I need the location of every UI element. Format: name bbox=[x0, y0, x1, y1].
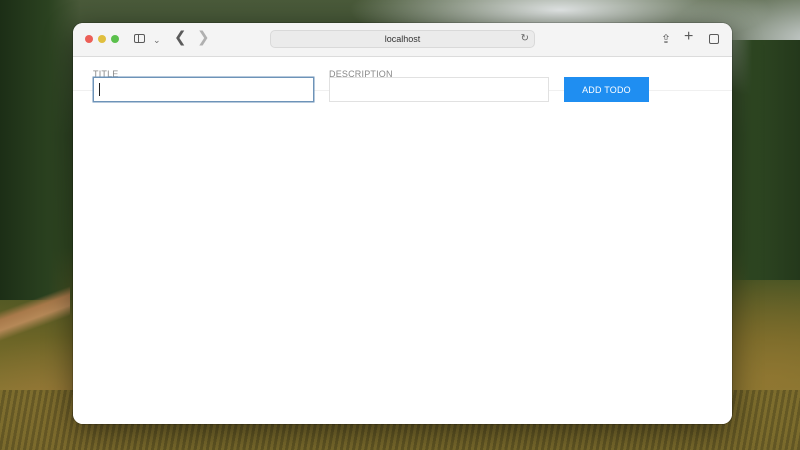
tab-overview-icon[interactable] bbox=[706, 31, 719, 44]
back-button[interactable]: ❮ bbox=[174, 30, 187, 46]
browser-toolbar: ⌄ ❮ ❯ localhost ↻ ⇪ + bbox=[73, 23, 732, 57]
add-todo-button[interactable]: ADD TODO bbox=[564, 77, 649, 102]
wallpaper-trees-right bbox=[720, 40, 800, 280]
wallpaper-road bbox=[0, 250, 70, 400]
close-window-button[interactable] bbox=[85, 35, 93, 43]
chevron-down-icon[interactable]: ⌄ bbox=[153, 32, 161, 48]
reload-icon[interactable]: ↻ bbox=[521, 31, 529, 47]
forward-button[interactable]: ❯ bbox=[197, 30, 210, 46]
share-icon[interactable]: ⇪ bbox=[661, 31, 671, 47]
page-content: TITLE DESCRIPTION bbox=[73, 57, 732, 424]
desktop-wallpaper: ⌄ ❮ ❯ localhost ↻ ⇪ + TITLE DESCRIPTION … bbox=[0, 0, 800, 450]
new-tab-icon[interactable]: + bbox=[684, 29, 693, 45]
address-url: localhost bbox=[384, 34, 421, 44]
sidebar-toggle-icon[interactable] bbox=[134, 34, 145, 43]
description-input[interactable] bbox=[329, 77, 549, 102]
title-input[interactable] bbox=[93, 77, 314, 102]
text-cursor bbox=[99, 83, 100, 96]
maximize-window-button[interactable] bbox=[111, 35, 119, 43]
address-bar[interactable]: localhost ↻ bbox=[270, 30, 535, 48]
minimize-window-button[interactable] bbox=[98, 35, 106, 43]
